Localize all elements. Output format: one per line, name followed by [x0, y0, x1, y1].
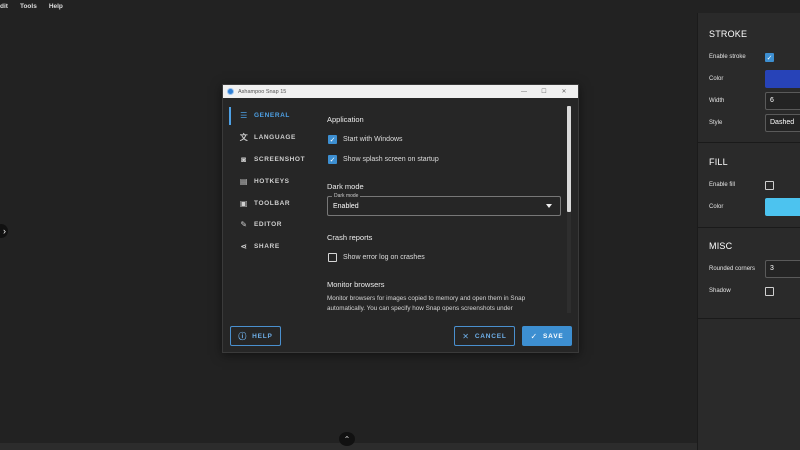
- menu-help[interactable]: Help: [43, 3, 69, 10]
- menu-bar: dit Tools Help: [0, 0, 69, 12]
- fill-section-title: FILL: [709, 157, 728, 167]
- shadow-checkbox[interactable]: [765, 287, 774, 296]
- enable-stroke-checkbox[interactable]: ✓: [765, 53, 774, 62]
- dark-mode-value: Enabled: [333, 203, 359, 210]
- fill-color-label: Color: [709, 204, 724, 210]
- stroke-width-input[interactable]: 6: [765, 92, 800, 110]
- application-heading: Application: [327, 115, 364, 124]
- dark-mode-select[interactable]: Dark mode Enabled: [327, 193, 561, 216]
- dialog-title: Ashampoo Snap 15: [238, 88, 287, 95]
- stroke-section-title: STROKE: [709, 29, 748, 39]
- splash-screen-checkbox[interactable]: ✓: [328, 155, 337, 164]
- chevron-right-icon: ›: [3, 226, 6, 236]
- checkbox-label: Show error log on crashes: [343, 254, 425, 261]
- nav-item-label: SCREENSHOT: [254, 155, 306, 163]
- scrollbar-thumb[interactable]: [567, 106, 571, 212]
- nav-item-editor[interactable]: ✎ EDITOR: [229, 214, 319, 236]
- expand-left-button[interactable]: ›: [0, 224, 8, 238]
- nav-item-language[interactable]: 文 LANGUAGE: [229, 127, 319, 149]
- menu-tools[interactable]: Tools: [14, 3, 43, 10]
- dark-mode-field-label: Dark mode: [332, 193, 361, 199]
- content-scrollbar[interactable]: [567, 106, 571, 313]
- nav-item-screenshot[interactable]: ◙ SCREENSHOT: [229, 149, 319, 171]
- misc-section-title: MISC: [709, 241, 733, 251]
- minimize-button[interactable]: —: [514, 89, 534, 95]
- fill-color-swatch[interactable]: [765, 198, 800, 216]
- save-button-label: SAVE: [543, 332, 564, 340]
- stroke-color-label: Color: [709, 76, 724, 82]
- pencil-icon: ✎: [240, 220, 248, 230]
- shadow-label: Shadow: [709, 288, 731, 294]
- nav-item-label: TOOLBAR: [254, 199, 291, 207]
- checkmark-icon: ✓: [329, 156, 336, 164]
- dialog-titlebar[interactable]: Ashampoo Snap 15 — ☐ ✕: [223, 85, 578, 98]
- splash-screen-option[interactable]: ✓ Show splash screen on startup: [328, 155, 439, 164]
- nav-item-label: GENERAL: [254, 112, 290, 120]
- app-logo-icon: [227, 88, 234, 95]
- stroke-style-select[interactable]: Dashed: [765, 114, 800, 132]
- nav-item-general[interactable]: ☰ GENERAL: [229, 105, 319, 127]
- panel-divider: [698, 227, 800, 228]
- help-button[interactable]: ⓘ HELP: [230, 326, 281, 346]
- translate-icon: 文: [239, 133, 249, 143]
- settings-dialog: Ashampoo Snap 15 — ☐ ✕ ☰ GENERAL 文 LANGU…: [222, 84, 579, 353]
- start-with-windows-checkbox[interactable]: ✓: [328, 135, 337, 144]
- monitor-browsers-heading: Monitor browsers: [327, 280, 385, 289]
- expand-bottom-button[interactable]: ⌃: [339, 432, 355, 446]
- nav-item-toolbar[interactable]: ▣ TOOLBAR: [229, 192, 319, 214]
- stroke-style-label: Style: [709, 120, 723, 126]
- checkbox-label: Start with Windows: [343, 136, 403, 143]
- enable-stroke-label: Enable stroke: [709, 54, 746, 60]
- close-button[interactable]: ✕: [554, 88, 574, 95]
- monitor-browsers-description: Monitor browsers for images copied to me…: [327, 295, 526, 312]
- help-button-label: HELP: [252, 332, 273, 340]
- nav-item-share[interactable]: ⋖ SHARE: [229, 236, 319, 258]
- share-icon: ⋖: [240, 242, 248, 252]
- crash-reports-heading: Crash reports: [327, 233, 373, 242]
- dark-mode-heading: Dark mode: [327, 182, 364, 191]
- nav-item-hotkeys[interactable]: ▤ HOTKEYS: [229, 170, 319, 192]
- checkmark-icon: ✓: [766, 54, 773, 62]
- camera-icon: ◙: [241, 154, 247, 164]
- nav-item-label: LANGUAGE: [254, 134, 296, 142]
- sliders-icon: ☰: [240, 111, 248, 121]
- enable-fill-label: Enable fill: [709, 182, 736, 188]
- properties-panel: STROKE Enable stroke ✓ Color Width 6 Sty…: [697, 13, 800, 450]
- maximize-button[interactable]: ☐: [534, 88, 554, 95]
- nav-item-label: EDITOR: [254, 221, 283, 229]
- nav-item-label: SHARE: [254, 243, 280, 251]
- question-circle-icon: ⓘ: [238, 331, 248, 341]
- toolbox-icon: ▣: [239, 198, 249, 208]
- keyboard-icon: ▤: [239, 176, 249, 186]
- checkmark-icon: ✓: [329, 136, 336, 144]
- stroke-width-label: Width: [709, 98, 725, 104]
- menu-edit[interactable]: dit: [0, 3, 14, 10]
- start-with-windows-option[interactable]: ✓ Start with Windows: [328, 135, 403, 144]
- cancel-button[interactable]: ✕ CANCEL: [454, 326, 515, 346]
- save-button[interactable]: ✓ SAVE: [522, 326, 572, 346]
- settings-content: Application ✓ Start with Windows ✓ Show …: [327, 105, 567, 313]
- panel-divider: [698, 142, 800, 143]
- panel-divider: [698, 318, 800, 319]
- stroke-color-swatch[interactable]: [765, 70, 800, 88]
- cancel-button-label: CANCEL: [474, 332, 507, 340]
- settings-nav: ☰ GENERAL 文 LANGUAGE ◙ SCREENSHOT ▤ HOTK…: [229, 105, 319, 258]
- close-icon: ✕: [462, 331, 470, 341]
- error-log-option[interactable]: Show error log on crashes: [328, 253, 425, 262]
- rounded-corners-input[interactable]: 3: [765, 260, 800, 278]
- enable-fill-checkbox[interactable]: [765, 181, 774, 190]
- error-log-checkbox[interactable]: [328, 253, 337, 262]
- nav-item-label: HOTKEYS: [254, 177, 290, 185]
- checkmark-icon: ✓: [530, 331, 539, 341]
- checkbox-label: Show splash screen on startup: [343, 156, 439, 163]
- caret-down-icon: [546, 204, 552, 208]
- rounded-corners-label: Rounded corners: [709, 266, 756, 272]
- chevron-up-icon: ⌃: [343, 434, 351, 444]
